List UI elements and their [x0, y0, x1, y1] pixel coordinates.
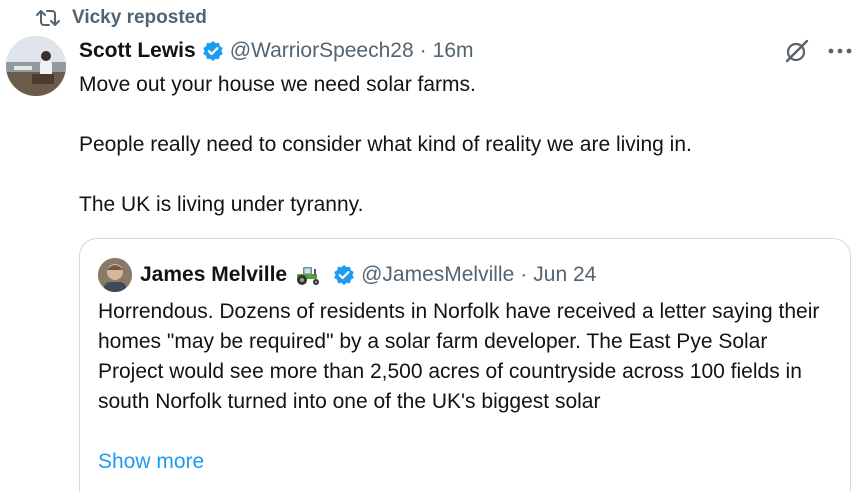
author-name[interactable]: Scott Lewis [79, 39, 196, 63]
post-actions [784, 38, 852, 64]
repost-tweet[interactable]: Vicky reposted Scott Lewis @WarriorSpeec… [0, 0, 864, 492]
grok-icon[interactable] [784, 38, 810, 64]
quote-author-name[interactable]: James Melville [140, 263, 287, 287]
tractor-icon [293, 264, 323, 286]
verified-badge-icon[interactable] [202, 40, 224, 62]
quote-date[interactable]: Jun 24 [533, 263, 596, 287]
avatar[interactable] [6, 36, 66, 96]
quote-header: James Melville @JamesMelville · Jun 24 [98, 257, 596, 293]
post-text: Move out your house we need solar farms.… [79, 70, 839, 220]
quote-author-handle[interactable]: @JamesMelville [361, 263, 514, 287]
separator-dot: · [520, 263, 528, 286]
repost-indicator[interactable]: Vicky reposted [36, 6, 207, 30]
repost-label: Vicky reposted [72, 7, 207, 28]
post-paragraph: People really need to consider what kind… [79, 133, 692, 156]
more-options-icon[interactable] [828, 47, 852, 55]
post-paragraph: Move out your house we need solar farms. [79, 73, 476, 96]
author-handle[interactable]: @WarriorSpeech28 [230, 39, 414, 63]
quote-text: Horrendous. Dozens of residents in Norfo… [98, 300, 820, 413]
quoted-tweet[interactable]: James Melville @JamesMelville · Jun 24 H… [79, 238, 851, 492]
avatar-photo [6, 36, 66, 96]
show-more-link[interactable]: Show more [98, 447, 204, 477]
quote-avatar[interactable] [98, 258, 132, 292]
separator-dot: · [419, 39, 427, 62]
verified-badge-icon[interactable] [333, 264, 355, 286]
repost-icon [36, 10, 60, 26]
post-header: Scott Lewis @WarriorSpeech28 · 16m [79, 36, 474, 66]
post-time[interactable]: 16m [433, 39, 474, 63]
post-paragraph: The UK is living under tyranny. [79, 193, 364, 216]
